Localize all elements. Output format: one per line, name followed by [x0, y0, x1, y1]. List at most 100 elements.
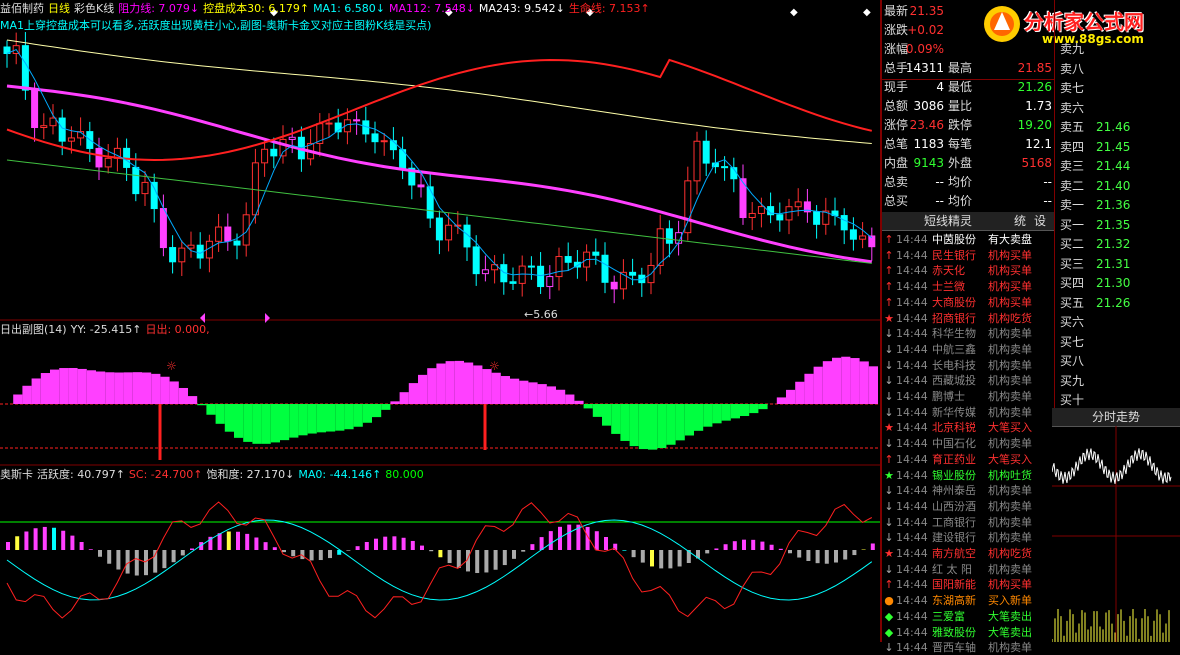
tape-action: 机构卖单 [988, 389, 1032, 404]
order-level: 买六 [1060, 313, 1084, 332]
tape-row[interactable]: ↑14:44士兰微机构买单 [882, 279, 1054, 294]
tape-row[interactable]: ↓14:44建设银行机构卖单 [882, 530, 1054, 545]
tape-row[interactable]: ◆14:44雅致股份大笔卖出 [882, 625, 1054, 640]
signal-icon: ↓ [884, 436, 894, 451]
candle-body [666, 229, 672, 243]
main-header-item: 阻力线: 7.079↓ [118, 2, 199, 15]
tape-row[interactable]: ◆14:44三爱富大笔卖出 [882, 609, 1054, 624]
oscar-bar [788, 550, 792, 553]
histogram-bar [289, 404, 298, 438]
tape-row[interactable]: ↓14:44晋西车轴机构卖单 [882, 640, 1054, 655]
tape-row[interactable]: ↓14:44长电科技机构卖单 [882, 358, 1054, 373]
tape-row[interactable]: ↓14:44山西汾酒机构卖单 [882, 499, 1054, 514]
tab-short-term-elf[interactable]: 短线精灵 [924, 213, 972, 229]
order-level: 买三 [1060, 255, 1084, 274]
tape-row[interactable]: ↑14:44民生银行机构买单 [882, 248, 1054, 263]
oscar-bar [356, 546, 360, 550]
tape-row[interactable]: ↑14:44中茵股份有大卖盘 [882, 232, 1054, 247]
stock-name: 国阳新能 [932, 577, 976, 592]
order-book-row: 买八 [1060, 352, 1178, 371]
signal-icon: ↓ [884, 405, 894, 420]
tab-settings[interactable]: 设 [1034, 213, 1046, 229]
tape-row[interactable]: ↓14:44神州泰岳机构卖单 [882, 483, 1054, 498]
stock-name: 山西汾酒 [932, 499, 976, 514]
histogram-bar [694, 404, 703, 431]
oscar-bar [98, 550, 102, 557]
sub1-header-item: 日出: 0.000, [145, 323, 209, 336]
histogram-bar [87, 370, 96, 404]
tape-action: 机构卖单 [988, 373, 1032, 388]
histogram-bar [381, 404, 390, 410]
main-header-item: 益佰制药 [0, 2, 44, 15]
order-price: 21.40 [1096, 177, 1130, 196]
candle-body [354, 120, 360, 121]
histogram-bar [464, 363, 473, 404]
quote-label: 跌停 [948, 116, 972, 134]
tape-row[interactable]: ↑14:44大商股份机构买单 [882, 295, 1054, 310]
tape-row[interactable]: ★14:44北京科锐大笔买入 [882, 420, 1054, 435]
candle-body [427, 187, 433, 218]
oscar-bar [411, 541, 415, 550]
oscar-bar [567, 525, 571, 550]
stock-name: 中茵股份 [932, 232, 976, 247]
order-book-row: 买三 21.31 [1060, 255, 1178, 274]
histogram-bar [703, 404, 712, 427]
histogram-bar [59, 368, 68, 404]
tape-row[interactable]: ↓14:44科华生物机构卖单 [882, 326, 1054, 341]
tape-row[interactable]: ↓14:44西藏城投机构卖单 [882, 373, 1054, 388]
tape-time: 14:44 [896, 609, 928, 624]
histogram-bar [206, 404, 215, 415]
tape-time: 14:44 [896, 342, 928, 357]
tape-row[interactable]: ↓14:44中航三鑫机构卖单 [882, 342, 1054, 357]
histogram-bar [243, 404, 252, 442]
histogram-bar [666, 404, 675, 445]
order-price: 21.31 [1096, 255, 1130, 274]
quote-value: 21.85 [1018, 59, 1052, 77]
stock-name: 西藏城投 [932, 373, 976, 388]
intraday-mini-chart[interactable]: 分时走势 [1052, 408, 1180, 642]
tape-row[interactable]: ★14:44招商银行机构吃货 [882, 311, 1054, 326]
histogram-bar [492, 373, 501, 404]
histogram-bar [556, 390, 565, 404]
tape-action: 机构买单 [988, 577, 1032, 592]
order-level: 卖一 [1060, 196, 1084, 215]
oscar-bar [273, 547, 277, 550]
histogram-bar [252, 404, 261, 444]
tab-stats[interactable]: 统 [1014, 213, 1026, 229]
quote-row: 内盘9143外盘5168 [882, 154, 1054, 172]
oscar-bar [816, 550, 820, 563]
oscar-bar [530, 544, 534, 550]
tape-time: 14:44 [896, 499, 928, 514]
tape-action: 大笔卖出 [988, 609, 1032, 624]
histogram-bar [114, 373, 123, 404]
short-term-tape[interactable]: 短线精灵 统 设 ↑14:44中茵股份有大卖盘↑14:44民生银行机构买单↑14… [882, 212, 1054, 642]
tape-row[interactable]: ↓14:44新华传媒机构卖单 [882, 405, 1054, 420]
tape-row[interactable]: ↑14:44赤天化机构买单 [882, 263, 1054, 278]
tape-row[interactable]: ↓14:44红 太 阳机构卖单 [882, 562, 1054, 577]
tape-row[interactable]: ★14:44南方航空机构吃货 [882, 546, 1054, 561]
tape-row[interactable]: ★14:44锡业股份机构吐货 [882, 468, 1054, 483]
tape-row[interactable]: ↑14:44育正药业大笔买入 [882, 452, 1054, 467]
order-price: 21.26 [1096, 294, 1130, 313]
oscar-bar [438, 550, 442, 557]
oscar-bar [843, 550, 847, 560]
quote-value: -- [935, 173, 944, 191]
tape-tabbar: 短线精灵 统 设 [882, 212, 1054, 231]
order-level: 卖九 [1060, 40, 1084, 59]
oscar-bar [512, 550, 516, 559]
chart-area[interactable]: ◆◆◆◆◆☼☼ 益佰制药日线彩色K线阻力线: 7.079↓控盘成本30: 6.1… [0, 0, 880, 642]
tape-row[interactable]: ↓14:44工商银行机构卖单 [882, 515, 1054, 530]
signal-icon: ↓ [884, 358, 894, 373]
tape-row[interactable]: ↑14:44国阳新能机构买单 [882, 577, 1054, 592]
quote-value: 9143 [913, 154, 944, 172]
tape-row[interactable]: ●14:44东湖高新买入新单 [882, 593, 1054, 608]
histogram-bar [170, 381, 179, 404]
tape-row[interactable]: ↓14:44中国石化机构卖单 [882, 436, 1054, 451]
oscar-bar [852, 550, 856, 555]
sub-chart-1-header: 日出副图(14)YY: -25.415↑日出: 0.000, [0, 321, 214, 337]
histogram-bar [354, 404, 363, 427]
candle-body [593, 252, 599, 255]
candle-body [59, 118, 65, 141]
tape-row[interactable]: ↓14:44鹏博士机构卖单 [882, 389, 1054, 404]
oscar-bar [641, 550, 645, 563]
